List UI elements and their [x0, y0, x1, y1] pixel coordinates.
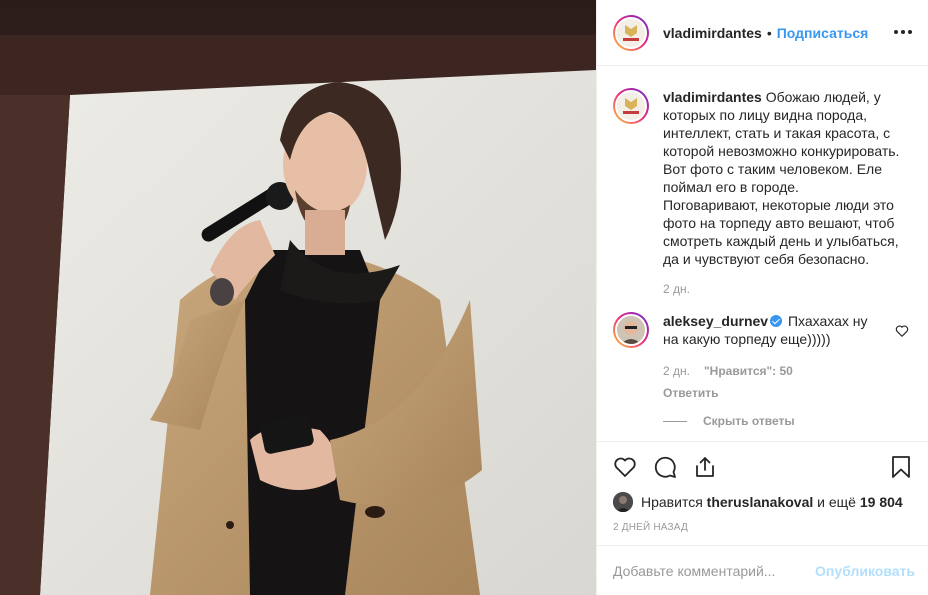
- author-logo-icon: [617, 18, 645, 47]
- reply-button[interactable]: Ответить: [663, 384, 879, 402]
- comment-item: aleksey_durnev Пхахахах ну на какую торп…: [613, 312, 913, 430]
- add-comment-bar: Добавьте комментарий... Опубликовать: [597, 545, 928, 595]
- like-comment-heart-icon[interactable]: [895, 324, 909, 338]
- liker-photo-icon: [613, 492, 633, 512]
- liker-avatar[interactable]: [613, 492, 633, 512]
- verified-icon: [770, 315, 783, 327]
- author-avatar[interactable]: [613, 14, 649, 51]
- commenter-avatar[interactable]: [613, 312, 649, 348]
- caption-username[interactable]: vladimirdantes: [663, 89, 762, 105]
- comment-icon[interactable]: [653, 455, 677, 479]
- author-logo-icon: [617, 92, 645, 120]
- hide-replies-line: [663, 420, 687, 422]
- bookmark-icon[interactable]: [889, 455, 913, 479]
- post-image: [0, 0, 596, 595]
- follow-button[interactable]: Подписаться: [777, 25, 869, 41]
- commenter-photo-icon: [617, 316, 645, 344]
- heart-icon[interactable]: [613, 455, 637, 479]
- comment-time[interactable]: 2 дн.: [663, 362, 690, 380]
- caption-avatar[interactable]: [613, 88, 649, 124]
- publish-button[interactable]: Опубликовать: [815, 563, 915, 579]
- likes-user[interactable]: theruslanakoval: [707, 494, 814, 510]
- post-details-panel: vladimirdantes • Подписаться vladimirdan…: [596, 0, 928, 595]
- more-options-icon[interactable]: [891, 20, 915, 44]
- post-header: vladimirdantes • Подписаться: [597, 0, 928, 66]
- author-username[interactable]: vladimirdantes: [663, 25, 762, 41]
- comments-section[interactable]: vladimirdantes Обожаю людей, у которых п…: [597, 66, 928, 441]
- comment-input[interactable]: Добавьте комментарий...: [613, 563, 815, 579]
- likes-and-more: и ещё: [817, 494, 856, 510]
- header-separator: •: [766, 24, 772, 41]
- post-actions: Нравится theruslanakoval и ещё 19 804 2 …: [597, 441, 928, 545]
- share-icon[interactable]: [693, 455, 717, 479]
- caption: vladimirdantes Обожаю людей, у которых п…: [613, 88, 913, 298]
- commenter-username[interactable]: aleksey_durnev: [663, 313, 768, 329]
- post-date[interactable]: 2 дней назад: [613, 522, 913, 533]
- likes-count[interactable]: 19 804: [860, 494, 903, 510]
- likes-prefix: Нравится: [641, 494, 703, 510]
- caption-time[interactable]: 2 дн.: [663, 280, 690, 298]
- hide-replies-button[interactable]: Скрыть ответы: [663, 412, 879, 430]
- comment-likes[interactable]: "Нравится": 50: [704, 362, 793, 380]
- likes-summary[interactable]: Нравится theruslanakoval и ещё 19 804: [613, 492, 913, 512]
- post-photo[interactable]: [0, 0, 596, 595]
- caption-text: Обожаю людей, у которых по лицу видна по…: [663, 89, 900, 267]
- hide-replies-label: Скрыть ответы: [703, 414, 795, 428]
